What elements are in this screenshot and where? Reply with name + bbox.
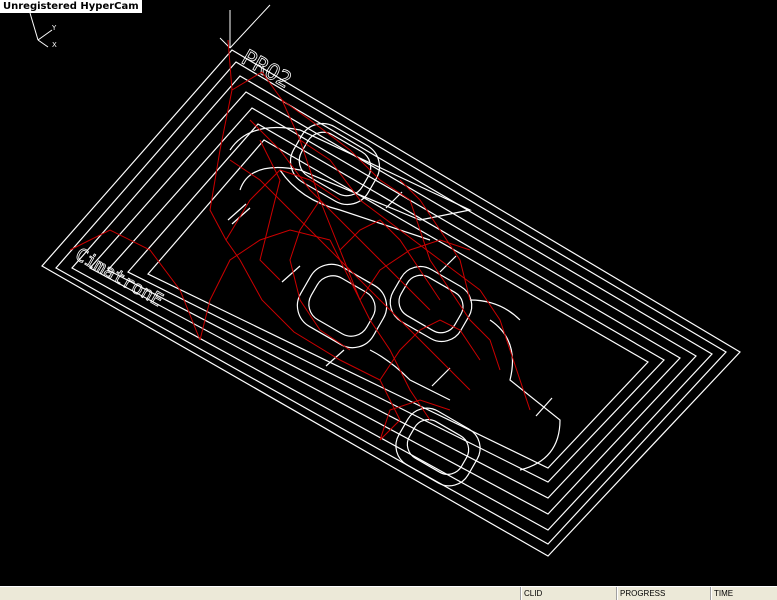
status-bar: CLID PROGRESS TIME (0, 586, 777, 600)
status-progress: PROGRESS (616, 587, 710, 600)
status-clid: CLID (520, 587, 616, 600)
status-main (0, 587, 520, 600)
cad-viewport[interactable]: Z X Y (0, 0, 777, 586)
axis-triad-icon (29, 12, 53, 48)
engraving-text: PRO2 CimatronE (71, 45, 296, 311)
status-time: TIME (710, 587, 777, 600)
axis-y-label: Y (51, 24, 57, 32)
toolpath-canvas: Z X Y (26, 4, 741, 557)
axis-x-label: X (52, 41, 57, 49)
engraving-top: PRO2 (237, 46, 295, 94)
part-origin-icon (219, 4, 271, 49)
engraving-left: CimatronE (72, 244, 167, 311)
hypercam-watermark: Unregistered HyperCam (0, 0, 142, 13)
